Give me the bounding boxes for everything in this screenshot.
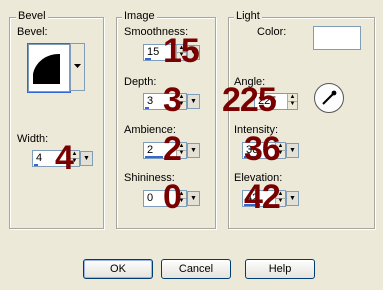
intensity-overlay-number: 36	[244, 130, 281, 168]
spin-down-icon[interactable]: ▼	[288, 101, 297, 108]
depth-overlay-number: 3	[163, 81, 182, 119]
cancel-button[interactable]: Cancel	[161, 259, 231, 279]
smoothness-slider-fill	[145, 58, 151, 60]
width-slider-fill	[34, 164, 38, 166]
chevron-down-icon	[74, 64, 81, 68]
smoothness-overlay-number: 15	[163, 32, 200, 70]
ambience-overlay-number: 2	[163, 130, 182, 168]
elevation-slider-button[interactable]: ▼	[286, 191, 299, 206]
shininess-slider-button[interactable]: ▼	[187, 191, 200, 206]
color-label: Color:	[257, 26, 287, 38]
bevel-preview[interactable]	[27, 43, 71, 93]
bevel-dropdown-button[interactable]	[70, 43, 85, 91]
help-button[interactable]: Help	[245, 259, 315, 279]
ambience-slider-button[interactable]: ▼	[187, 143, 200, 158]
light-group-title: Light	[234, 10, 262, 23]
intensity-slider-button[interactable]: ▼	[286, 143, 299, 158]
angle-overlay-number: 225	[222, 81, 277, 119]
light-color-swatch[interactable]	[313, 26, 361, 50]
depth-slider-button[interactable]: ▼	[187, 94, 200, 109]
angle-dial[interactable]	[313, 82, 345, 114]
ok-button[interactable]: OK	[83, 259, 153, 279]
image-group-title: Image	[122, 10, 157, 23]
depth-slider-fill	[145, 107, 149, 109]
bevel-label: Bevel:	[17, 26, 48, 38]
width-label: Width:	[17, 133, 49, 145]
width-slider-button[interactable]: ▼	[80, 151, 93, 166]
width-overlay-number: 4	[55, 139, 74, 177]
depth-label: Depth:	[124, 76, 157, 88]
angle-dial-icon	[314, 83, 344, 113]
bevel-group-title: Bevel	[16, 10, 48, 23]
shininess-value: 0	[147, 192, 154, 204]
bevel-shape-icon	[33, 53, 60, 84]
elevation-overlay-number: 42	[244, 178, 281, 216]
shininess-overlay-number: 0	[163, 178, 182, 216]
angle-spin-buttons[interactable]: ▲ ▼	[287, 94, 297, 109]
ambience-slider-fill	[145, 156, 163, 158]
